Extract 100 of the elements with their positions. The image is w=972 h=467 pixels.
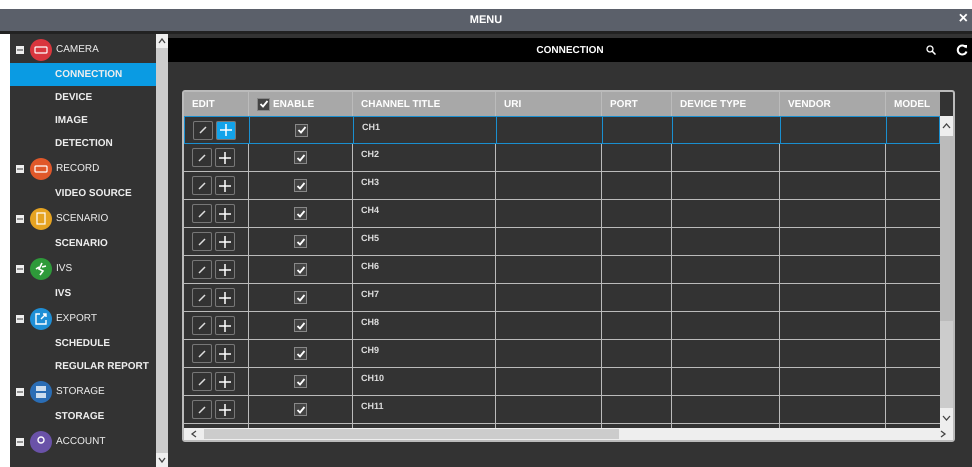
checkbox[interactable] — [294, 235, 307, 248]
plus-icon — [220, 124, 232, 136]
table-cell: CH11 — [361, 401, 384, 411]
checkbox[interactable] — [257, 98, 270, 110]
scroll-down-icon[interactable] — [156, 453, 168, 467]
edit-button[interactable] — [192, 148, 212, 167]
scroll-up-icon[interactable] — [940, 116, 953, 136]
pencil-icon — [197, 152, 207, 162]
edit-button[interactable] — [192, 400, 212, 419]
close-button[interactable]: × — [956, 10, 970, 28]
checkbox[interactable] — [294, 319, 307, 332]
window-title: MENU — [470, 14, 502, 26]
table-cell: CH8 — [361, 317, 380, 327]
sidebar-item[interactable]: IVS — [10, 282, 156, 305]
sidebar-item[interactable]: REGULAR REPORT — [10, 355, 156, 378]
sidebar-item[interactable]: SCENARIO — [10, 232, 156, 255]
sidebar-group[interactable]: STORAGE — [10, 378, 156, 405]
sidebar-group[interactable]: ACCOUNT — [10, 428, 156, 455]
table-cell: CH6 — [361, 261, 380, 271]
table-scrollbar[interactable] — [940, 116, 953, 428]
collapse-icon[interactable] — [16, 314, 24, 322]
add-button[interactable] — [215, 372, 235, 391]
sidebar-group[interactable]: IVS — [10, 255, 156, 282]
plus-icon — [219, 320, 231, 332]
sidebar-item[interactable]: DETECTION — [10, 132, 156, 155]
sidebar-group[interactable]: RECORD — [10, 155, 156, 182]
pencil-icon — [197, 264, 207, 274]
horizontal-scrollbar[interactable] — [184, 428, 953, 440]
table-row[interactable]: CH6 — [184, 256, 940, 284]
sidebar-group[interactable]: CAMERA — [10, 36, 156, 63]
add-button[interactable] — [215, 176, 235, 195]
add-button[interactable] — [215, 344, 235, 363]
table-row[interactable]: CH8 — [184, 312, 940, 340]
edit-button[interactable] — [192, 176, 212, 195]
sidebar-item[interactable]: SCHEDULE — [10, 332, 156, 355]
checkbox[interactable] — [295, 124, 308, 136]
table-cell: CH10 — [361, 373, 384, 383]
table-row[interactable]: CH10 — [184, 368, 940, 396]
edit-button[interactable] — [192, 204, 212, 223]
table-row[interactable]: CH5 — [184, 228, 940, 256]
add-button[interactable] — [215, 288, 235, 307]
column-header: URI — [504, 98, 522, 110]
column-header: CHANNEL TITLE — [361, 98, 440, 110]
sidebar-item[interactable]: STORAGE — [10, 405, 156, 428]
table-row[interactable]: CH9 — [184, 340, 940, 368]
collapse-icon[interactable] — [16, 46, 24, 54]
table-cell: CH2 — [361, 149, 380, 159]
checkbox[interactable] — [294, 151, 307, 164]
collapse-icon[interactable] — [16, 214, 24, 222]
sidebar-group[interactable]: EXPORT — [10, 305, 156, 332]
add-button[interactable] — [215, 316, 235, 335]
checkbox[interactable] — [294, 347, 307, 360]
collapse-icon[interactable] — [16, 388, 24, 396]
add-button[interactable] — [216, 120, 236, 140]
pencil-icon — [197, 320, 207, 330]
checkbox[interactable] — [294, 291, 307, 304]
collapse-icon[interactable] — [16, 164, 24, 172]
sidebar-group-label: RECORD — [56, 163, 100, 174]
checkbox[interactable] — [294, 207, 307, 220]
sidebar-group-label: ACCOUNT — [56, 436, 106, 447]
sidebar-group-label: STORAGE — [56, 386, 105, 397]
sidebar-scrollbar[interactable] — [156, 34, 168, 467]
search-icon[interactable] — [926, 45, 936, 55]
sidebar-item[interactable]: DEVICE — [10, 86, 156, 109]
add-button[interactable] — [215, 148, 235, 167]
edit-button[interactable] — [192, 316, 212, 335]
add-button[interactable] — [215, 260, 235, 279]
edit-button[interactable] — [192, 232, 212, 251]
edit-button[interactable] — [192, 344, 212, 363]
edit-button[interactable] — [192, 372, 212, 391]
add-button[interactable] — [215, 204, 235, 223]
plus-icon — [219, 236, 231, 248]
edit-button[interactable] — [192, 260, 212, 279]
scroll-down-icon[interactable] — [940, 408, 953, 428]
table-row[interactable]: CH1 — [184, 116, 940, 144]
plus-icon — [219, 404, 231, 416]
plus-icon — [219, 292, 231, 304]
table-row[interactable]: CH2 — [184, 144, 940, 172]
table-row[interactable]: CH4 — [184, 200, 940, 228]
add-button[interactable] — [215, 232, 235, 251]
table-row[interactable]: CH7 — [184, 284, 940, 312]
collapse-icon[interactable] — [16, 264, 24, 272]
sidebar-item[interactable]: VIDEO SOURCE — [10, 182, 156, 205]
sidebar-group[interactable]: SCENARIO — [10, 205, 156, 232]
checkbox[interactable] — [294, 403, 307, 416]
table-cell: CH9 — [361, 345, 380, 355]
scroll-up-icon[interactable] — [156, 34, 168, 48]
add-button[interactable] — [215, 400, 235, 419]
checkbox[interactable] — [294, 375, 307, 388]
edit-button[interactable] — [193, 120, 213, 140]
checkbox[interactable] — [294, 179, 307, 192]
collapse-icon[interactable] — [16, 438, 24, 446]
table-row[interactable]: CH11 — [184, 396, 940, 424]
sidebar-group-label: IVS — [56, 263, 72, 274]
refresh-icon[interactable] — [956, 44, 968, 56]
table-row[interactable]: CH3 — [184, 172, 940, 200]
checkbox[interactable] — [294, 263, 307, 276]
table-cell: CH7 — [361, 289, 380, 299]
sidebar-item[interactable]: IMAGE — [10, 109, 156, 132]
edit-button[interactable] — [192, 288, 212, 307]
